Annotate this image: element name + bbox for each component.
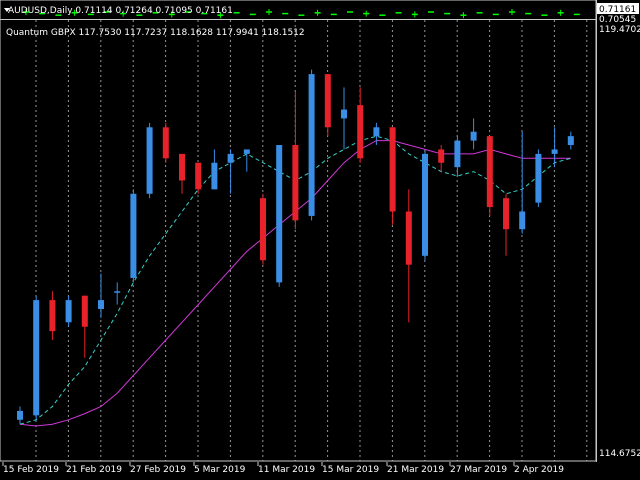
candle-body — [227, 153, 234, 163]
candle-body — [324, 74, 331, 128]
chart-window[interactable]: AUDUSD,Daily 0.71114 0.71264 0.71095 0.7… — [0, 0, 640, 480]
price-tag: 0.71161 — [599, 5, 636, 15]
time-axis-label: 2 Apr 2019 — [514, 465, 564, 475]
price-below: 0.70545 — [599, 15, 636, 25]
candle-body — [130, 193, 137, 278]
indicator-title: Quantum GBPX 117.7530 117.7237 118.1628 … — [6, 28, 305, 38]
candle-body — [276, 145, 283, 283]
time-axis-label: 5 Mar 2019 — [194, 465, 246, 475]
candle-body — [422, 153, 428, 256]
candle-body — [162, 127, 169, 159]
price-low-label: 114.6752 — [599, 449, 640, 459]
candle-body — [405, 211, 412, 265]
candle-body — [470, 131, 477, 141]
candle-body — [49, 300, 56, 332]
candle-body — [179, 153, 185, 181]
price-high-label: 119.4702 — [599, 25, 640, 35]
candle-body — [373, 127, 380, 137]
candle-body — [308, 74, 315, 216]
candle-body — [357, 105, 364, 159]
time-axis-label: 27 Feb 2019 — [130, 465, 186, 475]
candle-body — [454, 140, 461, 168]
candle-body — [98, 300, 104, 309]
candle-body — [519, 211, 526, 230]
candle-body — [486, 136, 493, 208]
candle-body — [33, 300, 40, 416]
time-axis: 15 Feb 2019 21 Feb 2019 27 Feb 2019 5 Mar 2… — [2, 462, 564, 475]
candle-body — [535, 153, 542, 203]
candle-body — [243, 149, 250, 154]
candle-body — [438, 149, 445, 163]
candle-body — [503, 198, 509, 230]
time-axis-label: 21 Feb 2019 — [66, 465, 122, 475]
candle-body — [567, 136, 574, 146]
chart-canvas[interactable]: AUDUSD,Daily 0.71114 0.71264 0.71095 0.7… — [0, 0, 640, 480]
candle-body — [17, 410, 23, 420]
time-axis-label: 15 Mar 2019 — [322, 465, 379, 475]
candle-body — [389, 127, 396, 212]
candle-body — [114, 291, 121, 293]
candle-body — [260, 198, 266, 261]
candle-body — [551, 149, 558, 154]
time-axis-label: 15 Feb 2019 — [3, 465, 59, 475]
candle-body — [211, 162, 218, 190]
top-pane-title: AUDUSD,Daily 0.71114 0.71264 0.71095 0.7… — [8, 6, 233, 16]
candle-body — [292, 145, 299, 221]
candle-body — [341, 109, 347, 119]
candle-body — [195, 162, 202, 190]
time-axis-label: 21 Mar 2019 — [387, 465, 444, 475]
candle-body — [65, 300, 72, 323]
candle-body — [146, 127, 153, 194]
chart-frame — [0, 0, 597, 462]
candle-body — [81, 295, 88, 327]
time-axis-label: 11 Mar 2019 — [258, 465, 315, 475]
time-axis-label: 27 Mar 2019 — [450, 465, 507, 475]
